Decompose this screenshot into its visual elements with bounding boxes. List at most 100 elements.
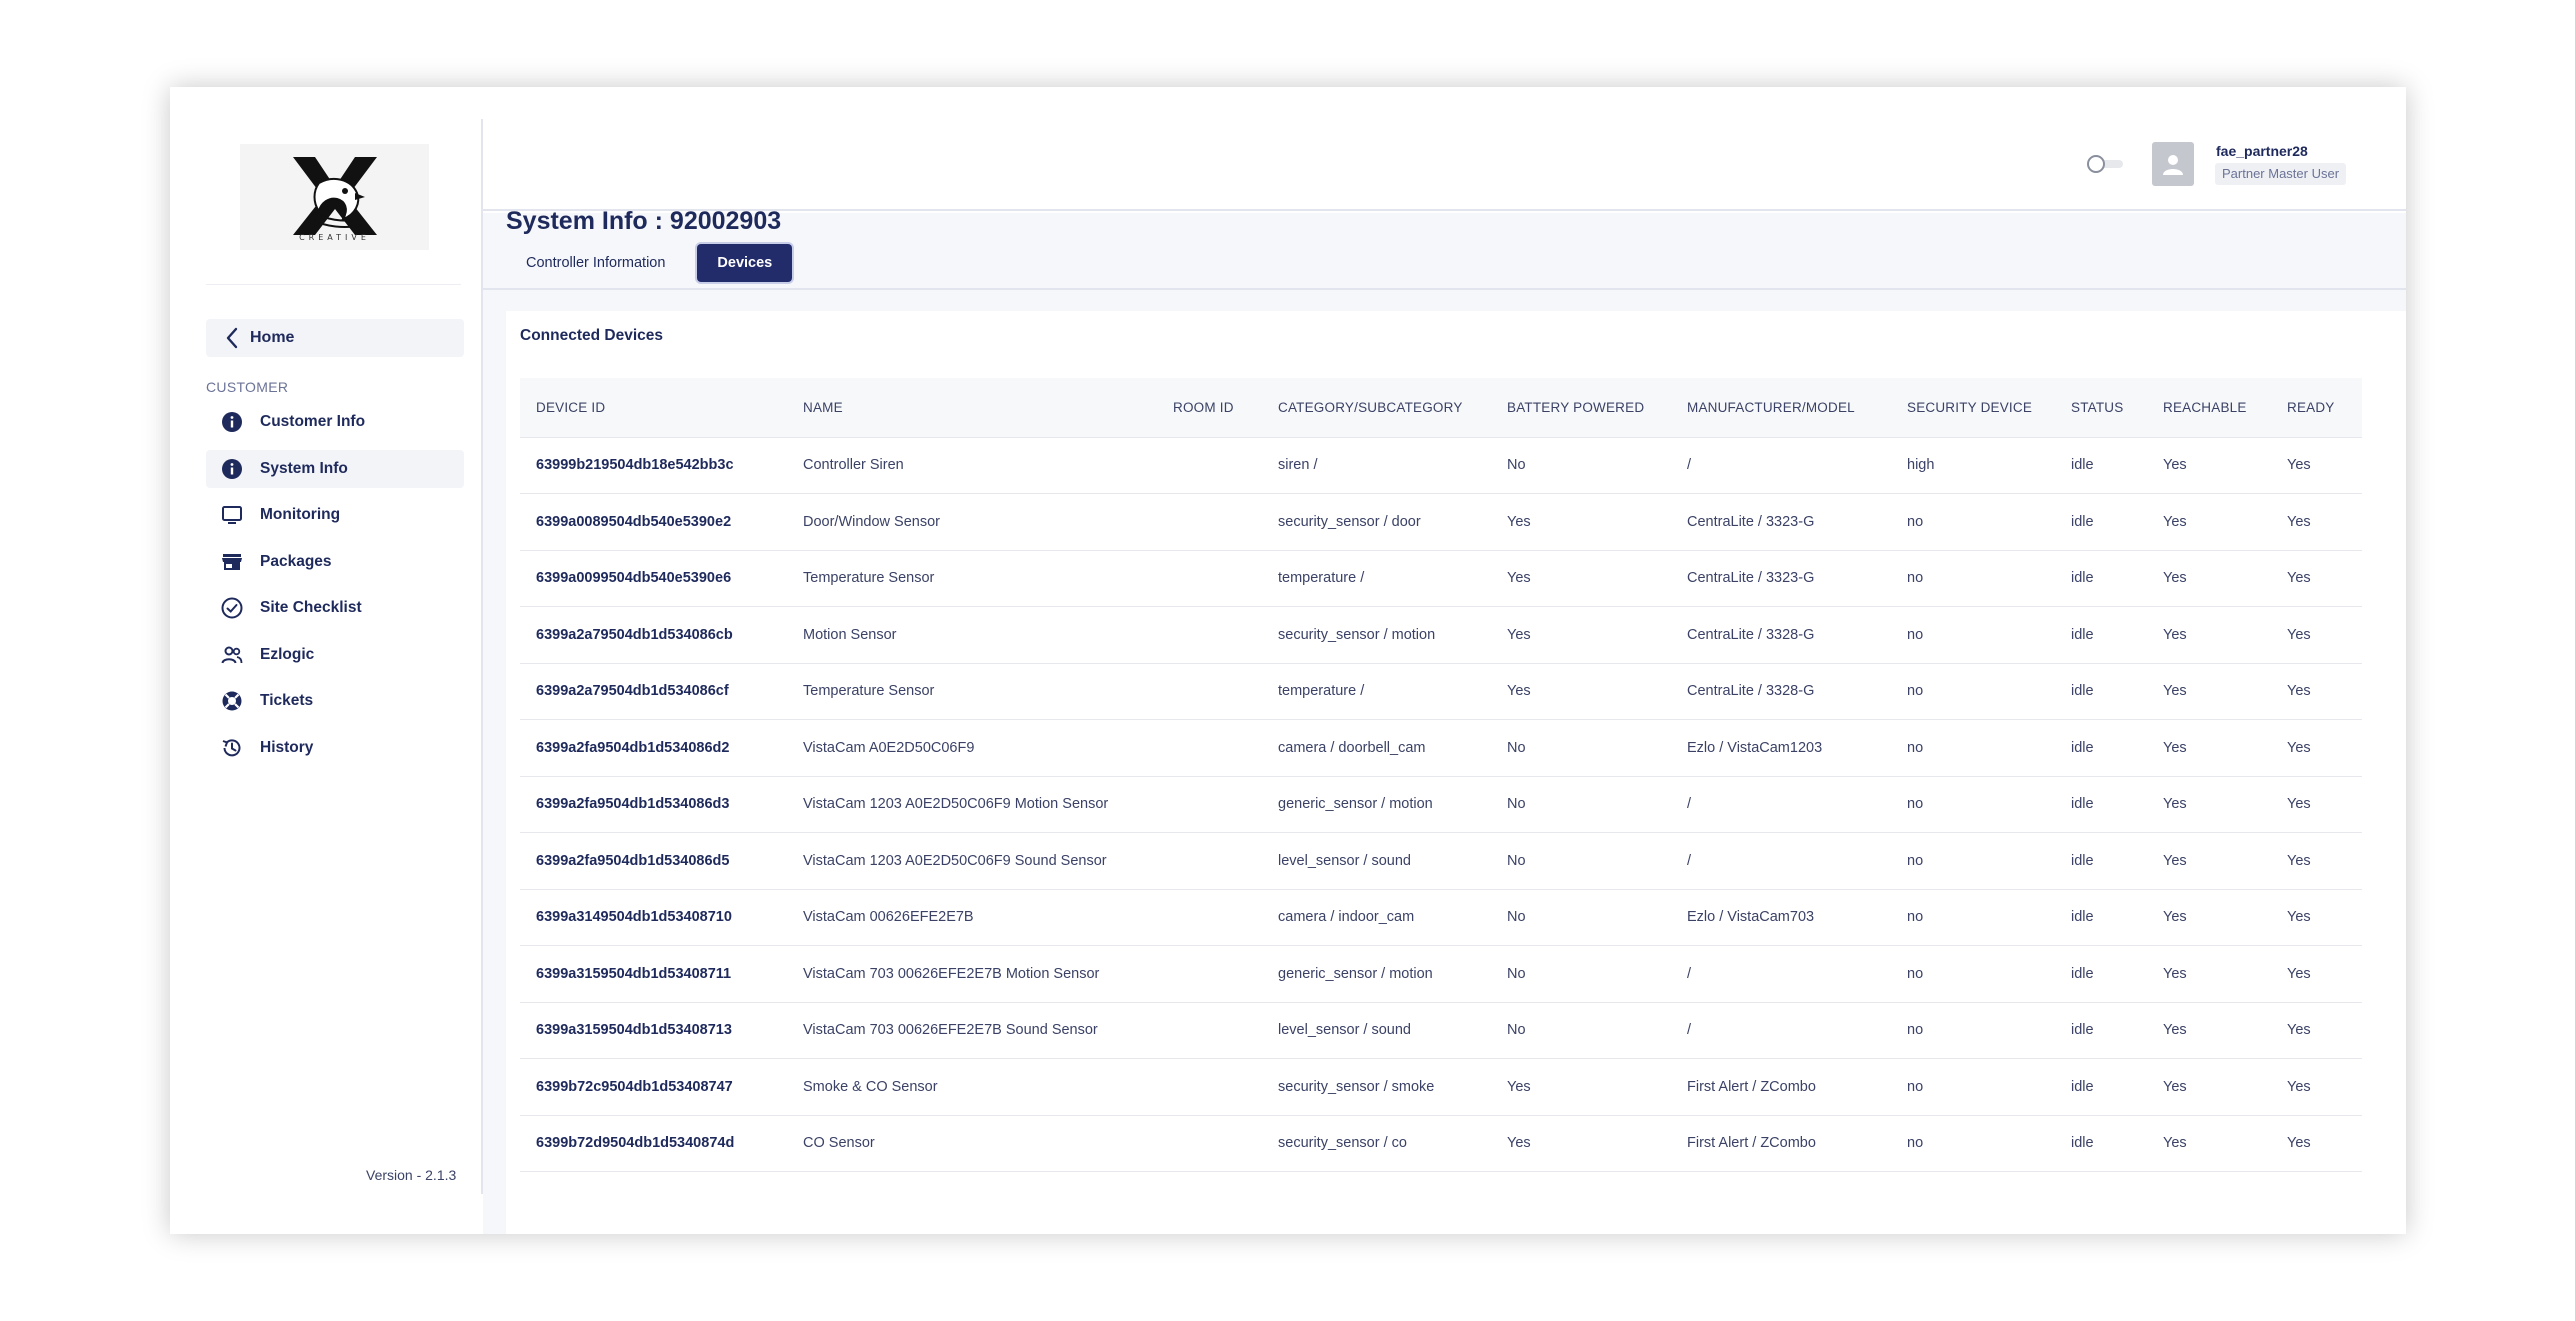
- history-icon: [220, 736, 244, 760]
- cell-device-id: 6399a2a79504db1d534086cb: [520, 606, 787, 664]
- cell-security-device: no: [1891, 776, 2055, 833]
- cell-room-id: [1157, 832, 1262, 890]
- cell-ready: Yes: [2271, 493, 2362, 551]
- column-header-status[interactable]: STATUS: [2055, 378, 2147, 438]
- user-role-badge: Partner Master User: [2215, 163, 2347, 185]
- table-row[interactable]: 6399a2a79504db1d534086cb Motion Sensor sec…: [520, 606, 2362, 664]
- column-header-name[interactable]: NAME: [787, 378, 1157, 438]
- cell-device-id: 6399a2fa9504db1d534086d2: [520, 719, 787, 777]
- column-header-battery-powered[interactable]: BATTERY POWERED: [1491, 378, 1671, 438]
- theme-toggle[interactable]: [2087, 155, 2123, 173]
- column-header-manufacturer-model[interactable]: MANUFACTURER/MODEL: [1671, 378, 1891, 438]
- cell-status: idle: [2055, 889, 2147, 946]
- cell-reachable: Yes: [2147, 945, 2271, 1003]
- cell-ready: Yes: [2271, 719, 2362, 777]
- card-title: Connected Devices: [520, 327, 663, 344]
- column-header-reachable[interactable]: REACHABLE: [2147, 378, 2271, 438]
- table-row[interactable]: 6399b72d9504db1d5340874d CO Sensor securit…: [520, 1115, 2362, 1172]
- section-label-customer: CUSTOMER: [206, 379, 289, 395]
- check-circle-icon: [220, 596, 244, 620]
- cell-device-id: 6399a3159504db1d53408711: [520, 945, 787, 1003]
- cell-security-device: no: [1891, 1058, 2055, 1116]
- cell-reachable: Yes: [2147, 1002, 2271, 1059]
- tab-devices[interactable]: Devices: [697, 244, 793, 282]
- sidebar-item-packages[interactable]: Packages: [206, 543, 464, 581]
- sidebar-item-system-info[interactable]: System Info: [206, 449, 464, 488]
- monitor-icon: [220, 503, 244, 527]
- sidebar: CREATIVE Home CUSTOMER Customer Info Sys…: [170, 87, 482, 1234]
- cell-ready: Yes: [2271, 550, 2362, 607]
- cell-reachable: Yes: [2147, 719, 2271, 777]
- sidebar-item-ezlogic[interactable]: Ezlogic: [206, 636, 464, 674]
- user-name[interactable]: fae_partner28: [2216, 143, 2308, 159]
- lifebuoy-icon: [220, 689, 244, 713]
- table-row[interactable]: 6399a2fa9504db1d534086d3 VistaCam 1203 A0…: [520, 776, 2362, 833]
- sidebar-item-label: Site Checklist: [260, 599, 362, 616]
- sidebar-item-label: Monitoring: [260, 506, 341, 523]
- table-row[interactable]: 6399a2fa9504db1d534086d5 VistaCam 1203 A0…: [520, 832, 2362, 890]
- cell-category: siren /: [1262, 437, 1491, 494]
- cell-manufacturer-model: CentraLite / 3328-G: [1671, 663, 1891, 720]
- cell-category: level_sensor / sound: [1262, 1002, 1491, 1059]
- table-row[interactable]: 6399a2fa9504db1d534086d2 VistaCam A0E2D50…: [520, 719, 2362, 777]
- cell-battery-powered: No: [1491, 1002, 1671, 1059]
- table-row[interactable]: 6399a0099504db540e5390e6 Temperature Sens…: [520, 550, 2362, 607]
- column-header-ready[interactable]: READY: [2271, 378, 2362, 438]
- home-button[interactable]: Home: [206, 319, 464, 357]
- table-row[interactable]: 6399a3159504db1d53408711 VistaCam 703 006…: [520, 945, 2362, 1003]
- sidebar-divider: [206, 284, 461, 285]
- table-row[interactable]: 6399a3159504db1d53408713 VistaCam 703 006…: [520, 1002, 2362, 1059]
- tab-bar: Controller Information Devices: [506, 243, 793, 283]
- cell-manufacturer-model: Ezlo / VistaCam1203: [1671, 719, 1891, 777]
- cell-device-id: 6399a2fa9504db1d534086d3: [520, 776, 787, 833]
- table-row[interactable]: 6399b72c9504db1d53408747 Smoke & CO Senso…: [520, 1058, 2362, 1116]
- cell-room-id: [1157, 606, 1262, 664]
- cell-battery-powered: Yes: [1491, 1058, 1671, 1116]
- column-header-security-device[interactable]: SECURITY DEVICE: [1891, 378, 2055, 438]
- cell-room-id: [1157, 1115, 1262, 1172]
- cell-device-id: 6399a0099504db540e5390e6: [520, 550, 787, 607]
- sidebar-item-customer-info[interactable]: Customer Info: [206, 403, 464, 441]
- sidebar-item-tickets[interactable]: Tickets: [206, 682, 464, 720]
- users-icon: [220, 643, 244, 667]
- table-row[interactable]: 6399a2a79504db1d534086cf Temperature Sens…: [520, 663, 2362, 720]
- sidebar-item-label: Packages: [260, 552, 332, 570]
- tab-controller-information[interactable]: Controller Information: [506, 244, 685, 282]
- user-icon: [2163, 155, 2183, 175]
- cell-reachable: Yes: [2147, 550, 2271, 607]
- table-row[interactable]: 63999b219504db18e542bb3c Controller Siren…: [520, 437, 2362, 494]
- table-row[interactable]: 6399a0089504db540e5390e2 Door/Window Sens…: [520, 493, 2362, 551]
- cell-device-id: 6399a2a79504db1d534086cf: [520, 663, 787, 720]
- cell-category: camera / doorbell_cam: [1262, 719, 1491, 777]
- cell-category: security_sensor / motion: [1262, 606, 1491, 664]
- cell-name: VistaCam 703 00626EFE2E7B Motion Sensor: [787, 945, 1157, 1003]
- cell-status: idle: [2055, 606, 2147, 664]
- cell-manufacturer-model: CentraLite / 3323-G: [1671, 550, 1891, 607]
- cell-room-id: [1157, 719, 1262, 777]
- cell-room-id: [1157, 493, 1262, 551]
- column-header-category[interactable]: CATEGORY/SUBCATEGORY: [1262, 378, 1491, 438]
- cell-security-device: no: [1891, 719, 2055, 777]
- cell-name: VistaCam 00626EFE2E7B: [787, 889, 1157, 946]
- table-header-row: DEVICE ID NAME ROOM ID CATEGORY/SUBCATEGORY…: [520, 378, 2362, 438]
- table-row[interactable]: 6399a3149504db1d53408710 VistaCam 00626EF…: [520, 889, 2362, 946]
- cell-manufacturer-model: CentraLite / 3328-G: [1671, 606, 1891, 664]
- avatar[interactable]: [2152, 142, 2194, 186]
- column-header-device-id[interactable]: DEVICE ID: [520, 378, 787, 438]
- column-header-room-id[interactable]: ROOM ID: [1157, 378, 1262, 438]
- info-icon: [220, 457, 244, 481]
- cell-room-id: [1157, 1058, 1262, 1116]
- info-icon: [220, 410, 244, 434]
- sidebar-item-history[interactable]: History: [206, 729, 464, 767]
- cell-device-id: 6399a2fa9504db1d534086d5: [520, 832, 787, 890]
- cell-device-id: 6399a3159504db1d53408713: [520, 1002, 787, 1059]
- cell-status: idle: [2055, 945, 2147, 1003]
- sidebar-item-monitoring[interactable]: Monitoring: [206, 496, 464, 534]
- sidebar-item-site-checklist[interactable]: Site Checklist: [206, 589, 464, 627]
- cell-ready: Yes: [2271, 606, 2362, 664]
- cell-security-device: no: [1891, 1002, 2055, 1059]
- cell-security-device: no: [1891, 550, 2055, 607]
- cell-battery-powered: Yes: [1491, 1115, 1671, 1172]
- cell-room-id: [1157, 437, 1262, 494]
- cell-manufacturer-model: First Alert / ZCombo: [1671, 1115, 1891, 1172]
